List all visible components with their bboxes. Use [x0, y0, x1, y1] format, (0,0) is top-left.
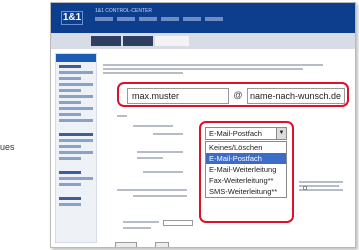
dropdown-option-selected[interactable]: E-Mail-Postfach	[206, 153, 286, 164]
forwarding-type-options: Keines/Löschen E-Mail-Postfach E-Mail-We…	[205, 141, 287, 198]
form-label	[117, 189, 187, 191]
sidebar-link[interactable]	[59, 171, 81, 174]
main-nav	[51, 33, 355, 49]
form-label	[137, 151, 183, 153]
form-label	[137, 157, 163, 159]
form-label	[133, 195, 187, 197]
top-header: 1&1 1&1 CONTROL-CENTER	[51, 3, 355, 33]
nav-tab[interactable]	[91, 36, 121, 46]
form-label	[133, 125, 173, 127]
header-link[interactable]	[183, 17, 201, 21]
sidebar-item[interactable]	[59, 95, 93, 98]
form-label	[117, 115, 127, 117]
brand-logo: 1&1	[61, 11, 83, 25]
forwarding-type-select[interactable]: E-Mail-Postfach ▼	[205, 127, 287, 140]
sidebar-link[interactable]	[59, 197, 81, 200]
dropdown-option[interactable]: SMS-Weiterleitung**	[206, 186, 286, 197]
sidebar-item[interactable]	[59, 65, 81, 68]
cropped-side-text: ues	[0, 142, 15, 152]
email-domain-input[interactable]: name-nach-wunsch.de	[247, 88, 345, 104]
header-link[interactable]	[205, 17, 223, 21]
sidebar-text	[59, 145, 81, 148]
main-content: max.muster @ name-nach-wunsch.de E-Mail-…	[103, 53, 353, 247]
sidebar-header	[56, 54, 96, 62]
ok-button[interactable]	[155, 242, 169, 247]
header-link[interactable]	[161, 17, 179, 21]
form-label	[123, 221, 159, 223]
email-local-part-input[interactable]: max.muster	[127, 88, 229, 104]
email-address-highlight: max.muster @ name-nach-wunsch.de	[117, 82, 349, 107]
back-button[interactable]	[115, 242, 137, 247]
sidebar-item[interactable]	[59, 113, 81, 116]
sidebar-text	[59, 177, 93, 180]
sidebar-link[interactable]	[59, 133, 93, 136]
info-icon[interactable]	[303, 186, 307, 190]
sidebar-item[interactable]	[59, 71, 93, 74]
at-sign: @	[233, 90, 243, 100]
sidebar-text	[59, 139, 93, 142]
dropdown-option[interactable]: E-Mail-Weiterleitung	[206, 164, 286, 175]
form-label	[153, 133, 183, 135]
header-links	[95, 17, 223, 21]
sidebar-text	[59, 203, 81, 206]
sidebar-item[interactable]	[59, 107, 93, 110]
form-label	[123, 227, 151, 229]
sidebar-item[interactable]	[59, 101, 81, 104]
dropdown-option[interactable]: Keines/Löschen	[206, 142, 286, 153]
sidebar-item[interactable]	[59, 77, 81, 80]
form-label	[143, 171, 183, 173]
sidebar-text	[59, 151, 93, 154]
sidebar-item[interactable]	[59, 83, 93, 86]
nav-tab-active[interactable]	[155, 36, 189, 46]
forwarding-type-highlight: E-Mail-Postfach ▼ Keines/Löschen E-Mail-…	[199, 121, 294, 223]
header-link[interactable]	[139, 17, 157, 21]
select-value: E-Mail-Postfach	[209, 129, 262, 138]
dropdown-option[interactable]: Fax-Weiterleitung**	[206, 175, 286, 186]
app-title: 1&1 CONTROL-CENTER	[95, 8, 152, 14]
header-link[interactable]	[117, 17, 135, 21]
description-text	[103, 64, 333, 76]
nav-tab[interactable]	[123, 36, 153, 46]
secondary-select[interactable]	[163, 220, 193, 226]
browser-window: 1&1 1&1 CONTROL-CENTER max.muster @ name…	[50, 2, 356, 248]
header-link[interactable]	[95, 17, 113, 21]
sidebar-item[interactable]	[59, 89, 81, 92]
chevron-down-icon[interactable]: ▼	[276, 128, 286, 139]
sidebar	[55, 53, 97, 243]
